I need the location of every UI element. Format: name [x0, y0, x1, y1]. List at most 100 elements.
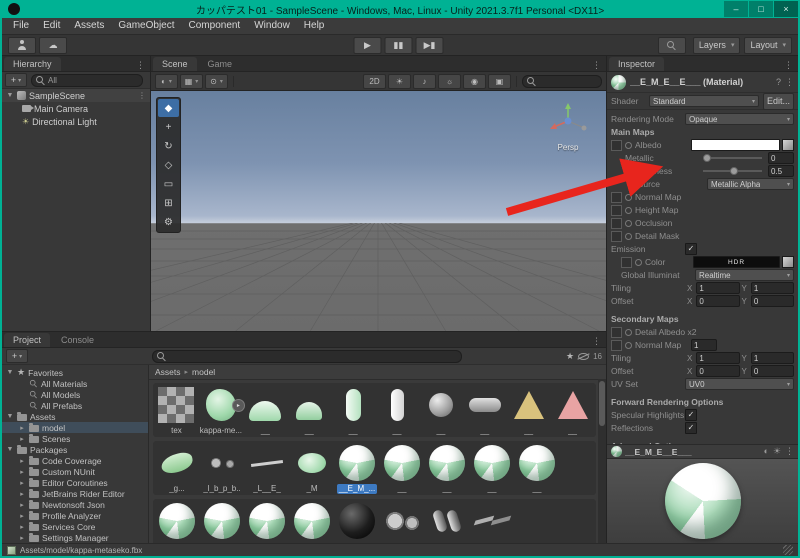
object-picker-icon[interactable] — [625, 219, 632, 227]
effects-dropdown[interactable]: ☼ — [438, 73, 461, 89]
scene-viewport[interactable]: ◆ + ↻ ◇ ▭ ⊞ ⚙ Persp — [151, 91, 606, 331]
foldout-icon[interactable]: ▸ — [18, 457, 26, 465]
orientation-gizmo[interactable]: Persp — [544, 101, 592, 152]
asset-item[interactable]: __ — [551, 384, 594, 436]
albedo-texture-slot[interactable] — [611, 139, 622, 151]
specular-highlights-checkbox[interactable]: ✓ — [685, 409, 697, 421]
transform-tool[interactable]: ⊞ — [158, 194, 179, 212]
foldout-icon[interactable]: ▼ — [6, 92, 14, 99]
secondary-normal-map-slot[interactable] — [611, 339, 622, 351]
grid-visibility-dropdown[interactable]: ▦ ▾ — [180, 73, 203, 89]
asset-item[interactable]: _g... — [155, 442, 199, 494]
hierarchy-item-directional-light[interactable]: ☀ Directional Light — [2, 115, 150, 128]
vertical-scrollbar[interactable] — [598, 379, 606, 543]
panel-menu-icon[interactable]: ⋮ — [131, 60, 150, 71]
detail-mask-texture-slot[interactable] — [611, 230, 622, 242]
asset-item[interactable]: _ — [470, 500, 514, 543]
global-illumination-dropdown[interactable]: Realtime ▾ — [695, 269, 794, 281]
foldout-icon[interactable]: ▸ — [18, 490, 26, 498]
snap-settings-dropdown[interactable]: ⊙ ▾ — [205, 73, 228, 89]
detail-albedo-slot[interactable] — [611, 326, 622, 338]
tree-section-favorites[interactable]: ▼ ★ Favorites — [2, 367, 148, 378]
reflections-checkbox[interactable]: ✓ — [685, 422, 697, 434]
object-picker-icon[interactable] — [635, 258, 642, 266]
tree-item-custom-nunit[interactable]: ▸ Custom NUnit — [2, 466, 148, 477]
foldout-icon[interactable]: ▸ — [18, 534, 26, 542]
scene-menu-icon[interactable]: ⋮ — [138, 91, 146, 100]
close-button[interactable]: × — [774, 1, 798, 17]
search-button[interactable] — [657, 36, 686, 54]
tree-section-assets[interactable]: ▼ Assets — [2, 411, 148, 422]
preview-shape-dropdown[interactable]: ◐ — [763, 446, 768, 457]
menu-item-component[interactable]: Component — [182, 18, 248, 34]
metallic-value-field[interactable]: 0 — [768, 152, 794, 164]
object-picker-icon[interactable] — [625, 232, 632, 240]
toggle-2d-button[interactable]: 2D — [363, 73, 386, 89]
offset-y-field[interactable]: 0 — [750, 295, 794, 307]
preview-light-toggle[interactable]: ☀ — [773, 446, 781, 457]
save-search-icon[interactable]: ★ — [566, 351, 574, 362]
object-picker-icon[interactable] — [625, 206, 632, 214]
asset-item[interactable]: __ — [425, 442, 469, 494]
offset-x-field[interactable]: 0 — [696, 295, 740, 307]
object-picker-icon[interactable] — [625, 193, 632, 201]
asset-item[interactable]: __ — [515, 442, 559, 494]
layout-dropdown[interactable]: Layout ▾ — [744, 36, 792, 54]
asset-item[interactable]: _l_b_p_b.. — [200, 442, 244, 494]
shader-dropdown[interactable]: Standard ▾ — [649, 95, 759, 107]
foldout-icon[interactable]: ▸ — [18, 501, 26, 509]
asset-item[interactable]: __E_M_... — [335, 442, 379, 494]
view-tool[interactable]: ◆ — [158, 99, 179, 117]
color-picker-icon[interactable] — [782, 256, 794, 268]
menu-item-file[interactable]: File — [6, 18, 36, 34]
tree-item-code-coverage[interactable]: ▸ Code Coverage — [2, 455, 148, 466]
foldout-icon[interactable]: ▼ — [6, 446, 14, 453]
draw-mode-dropdown[interactable]: ◐ ▾ — [155, 73, 178, 89]
asset-item[interactable]: _L__E_ — [245, 442, 289, 494]
rendering-mode-dropdown[interactable]: Opaque ▾ — [685, 113, 794, 125]
create-object-button[interactable]: + ▾ — [5, 73, 27, 87]
asset-item[interactable]: _ — [425, 500, 469, 543]
object-picker-icon[interactable] — [625, 341, 632, 349]
material-preview-area[interactable] — [607, 459, 798, 543]
secondary-offset-y-field[interactable]: 0 — [750, 365, 794, 377]
rect-tool[interactable]: ▭ — [158, 175, 179, 193]
context-menu-icon[interactable]: ⋮ — [785, 77, 794, 88]
asset-item[interactable]: __ — [463, 384, 506, 436]
menu-item-edit[interactable]: Edit — [36, 18, 67, 34]
account-button[interactable] — [8, 36, 36, 54]
hdr-color-swatch[interactable]: HDR — [693, 256, 780, 268]
tab-game[interactable]: Game — [199, 57, 242, 71]
material-preview-header[interactable]: __E_M_E__E___ ◐ ☀ ⋮ — [607, 444, 798, 459]
asset-item[interactable]: _ — [245, 500, 289, 543]
foldout-icon[interactable]: ▸ — [18, 424, 26, 432]
foldout-icon[interactable]: ▸ — [18, 435, 26, 443]
emission-color-slot[interactable] — [621, 256, 632, 268]
project-search-input[interactable] — [152, 349, 462, 363]
menu-item-gameobject[interactable]: GameObject — [111, 18, 181, 34]
foldout-icon[interactable]: ▼ — [6, 369, 14, 376]
height-map-texture-slot[interactable] — [611, 204, 622, 216]
play-button[interactable]: ▶ — [353, 36, 382, 54]
minimize-button[interactable]: – — [724, 1, 748, 17]
tab-scene[interactable]: Scene — [153, 57, 197, 71]
step-button[interactable]: ▶▮ — [415, 36, 444, 54]
resize-grip[interactable] — [783, 545, 793, 555]
maximize-button[interactable]: □ — [749, 1, 773, 17]
tiling-x-field[interactable]: 1 — [696, 282, 740, 294]
asset-item[interactable]: _M — [290, 442, 334, 494]
normal-map-scale-field[interactable]: 1 — [691, 339, 717, 351]
preview-menu-icon[interactable]: ⋮ — [785, 446, 794, 457]
object-picker-icon[interactable] — [625, 328, 632, 336]
foldout-icon[interactable]: ▸ — [18, 512, 26, 520]
tree-item-all-models[interactable]: All Models — [2, 389, 148, 400]
asset-item[interactable]: __ — [244, 384, 287, 436]
asset-item[interactable]: __ — [507, 384, 550, 436]
tree-section-packages[interactable]: ▼ Packages — [2, 444, 148, 455]
source-dropdown[interactable]: Metallic Alpha ▾ — [707, 178, 794, 190]
tree-item-profile-analyzer[interactable]: ▸ Profile Analyzer — [2, 510, 148, 521]
asset-item[interactable]: _ — [155, 500, 199, 543]
scene-search-input[interactable] — [522, 74, 602, 88]
tree-item-newtonsoft-json[interactable]: ▸ Newtonsoft Json — [2, 499, 148, 510]
foldout-icon[interactable]: ▸ — [18, 479, 26, 487]
